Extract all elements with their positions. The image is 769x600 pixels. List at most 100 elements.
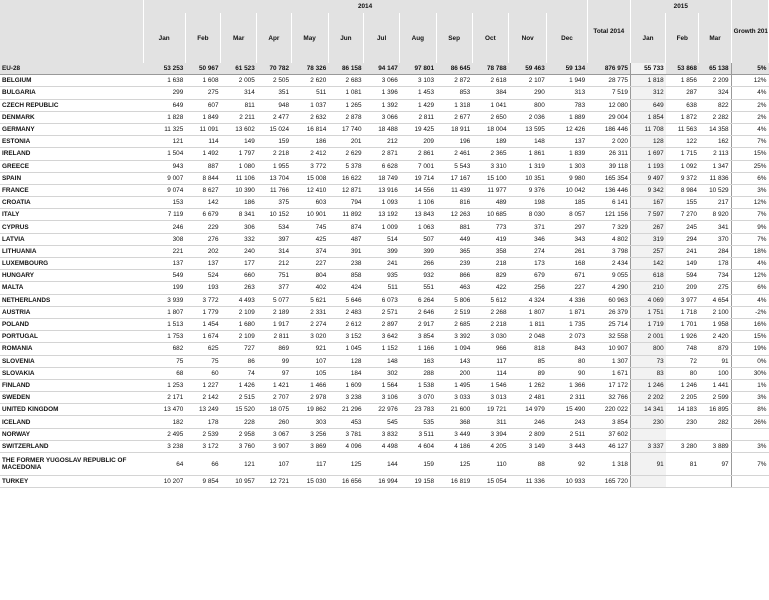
value-2014-cell: 303 <box>291 415 329 429</box>
value-2014-cell: 2 211 <box>220 111 257 124</box>
value-2015-cell: 10 529 <box>698 184 732 198</box>
country-name: THE FORMER YUGOSLAV REPUBLIC OF MACEDONI… <box>0 452 143 476</box>
value-2014-cell: 2 218 <box>472 318 509 332</box>
value-2015-cell: 2 100 <box>698 306 732 319</box>
value-2014-cell: 18 911 <box>436 123 473 137</box>
value-2014-cell: 1 608 <box>185 74 221 88</box>
value-2014-cell: 90 <box>546 367 588 380</box>
value-2014-cell: 1 152 <box>363 342 400 356</box>
value-2014-cell: 10 207 <box>143 475 186 489</box>
value-2014-cell: 240 <box>220 245 257 259</box>
growth-cell: 4% <box>731 123 769 137</box>
value-2014-cell: 1 429 <box>399 99 436 112</box>
value-2015-cell: 7 270 <box>665 208 699 222</box>
value-2014-cell: 99 <box>256 355 292 368</box>
value-2014-cell: 16 622 <box>328 172 364 185</box>
value-2014-cell: 89 <box>508 367 547 380</box>
value-2014-cell: 2 495 <box>143 428 186 441</box>
value-2014-cell: 2 142 <box>185 391 221 405</box>
value-2014-cell: 1 513 <box>143 318 186 332</box>
value-2014-cell: 200 <box>436 367 473 380</box>
value-2014-cell: 921 <box>291 342 329 356</box>
value-2014-cell: 1 063 <box>399 220 436 234</box>
total-2014-cell: 1 318 <box>587 452 631 476</box>
total-2014-cell: 136 446 <box>587 184 631 198</box>
value-2014-cell: 3 238 <box>143 440 186 454</box>
value-2014-cell: 2 871 <box>363 147 400 161</box>
value-2014-cell: 241 <box>363 257 400 271</box>
value-2015-cell: 241 <box>665 245 699 259</box>
value-2014-cell: 1 949 <box>546 74 588 88</box>
value-2015-cell <box>630 475 666 489</box>
value-2014-cell: 306 <box>220 220 257 234</box>
value-2014-cell: 4 205 <box>472 440 509 454</box>
value-2014-cell: 1 318 <box>436 99 473 112</box>
value-2014-cell: 1 094 <box>436 342 473 356</box>
value-2014-cell: 13 470 <box>143 403 186 417</box>
value-2014-cell: 2 107 <box>508 74 547 88</box>
value-2014-cell: 10 390 <box>220 184 257 198</box>
value-2014-cell: 374 <box>291 245 329 259</box>
value-2014-cell: 70 782 <box>256 63 292 76</box>
growth-cell: 15% <box>731 147 769 161</box>
value-2014-cell: 535 <box>399 415 436 429</box>
country-name: ITALY <box>0 208 143 222</box>
value-2014-cell: 218 <box>472 257 509 271</box>
value-2015-cell: 748 <box>665 342 699 356</box>
value-2014-cell: 1 811 <box>508 318 547 332</box>
country-name: TURKEY <box>0 475 143 489</box>
value-2014-cell: 13 843 <box>399 208 436 222</box>
value-2014-cell: 80 <box>546 355 588 368</box>
value-2015-cell: 80 <box>665 367 699 380</box>
value-2014-cell: 121 <box>220 452 257 476</box>
value-2014-cell: 274 <box>508 245 547 259</box>
value-2014-cell: 1 396 <box>363 86 400 100</box>
value-2014-cell: 2 331 <box>291 306 329 319</box>
value-2014-cell: 3 939 <box>143 294 186 307</box>
value-2014-cell: 97 801 <box>399 63 436 76</box>
value-2015-cell: 11 563 <box>665 123 699 137</box>
value-2014-cell: 1 227 <box>185 379 221 393</box>
value-2014-cell: 15 100 <box>472 172 509 185</box>
value-2014-cell: 186 <box>291 135 329 149</box>
country-name: FINLAND <box>0 379 143 393</box>
value-2014-cell: 68 <box>143 367 186 380</box>
value-2014-cell: 299 <box>143 86 186 100</box>
growth-cell: 4% <box>731 257 769 271</box>
value-2014-cell: 60 <box>185 367 221 380</box>
value-2014-cell: 97 <box>256 367 292 380</box>
value-2014-cell: 21 296 <box>328 403 364 417</box>
value-2015-cell: 149 <box>665 257 699 271</box>
table-row: FRANCE 9 074 8 627 10 390 11 766 12 410 12 871… <box>0 184 769 198</box>
total-2014-cell: 876 975 <box>587 63 631 76</box>
total-2014-cell: 10 907 <box>587 342 631 356</box>
value-2015-cell: 1 193 <box>630 160 666 173</box>
value-2014-cell: 261 <box>546 245 588 259</box>
value-2014-cell: 12 410 <box>291 184 329 198</box>
value-2014-cell: 18 488 <box>363 123 400 137</box>
value-2014-cell: 153 <box>143 196 186 210</box>
total-2014-cell: 26 311 <box>587 147 631 161</box>
total-2014-cell: 3 798 <box>587 245 631 259</box>
value-2014-cell: 19 425 <box>399 123 436 137</box>
growth-cell: 5% <box>731 63 769 76</box>
value-2014-cell: 243 <box>546 415 588 429</box>
value-2014-cell: 6 264 <box>399 294 436 307</box>
value-2014-cell: 227 <box>291 257 329 271</box>
value-2014-cell: 489 <box>472 196 509 210</box>
value-2014-cell: 843 <box>546 342 588 356</box>
value-2014-cell: 1 917 <box>256 318 292 332</box>
value-2014-cell: 78 326 <box>291 63 329 76</box>
value-2014-cell: 2 685 <box>436 318 473 332</box>
country-name: SWITZERLAND <box>0 440 143 454</box>
value-2014-cell: 2 365 <box>472 147 509 161</box>
value-2014-cell: 19 158 <box>399 475 436 489</box>
value-2014-cell: 3 854 <box>399 330 436 344</box>
value-2015-cell: 128 <box>630 135 666 149</box>
value-2014-cell: 2 811 <box>256 330 292 344</box>
value-2014-cell: 3 772 <box>291 160 329 173</box>
value-2014-cell: 511 <box>363 281 400 295</box>
value-2014-cell: 2 515 <box>220 391 257 405</box>
value-2014-cell: 18 749 <box>363 172 400 185</box>
table-body: EU-28 53 253 50 967 61 523 70 782 78 326 86 15… <box>0 63 769 489</box>
